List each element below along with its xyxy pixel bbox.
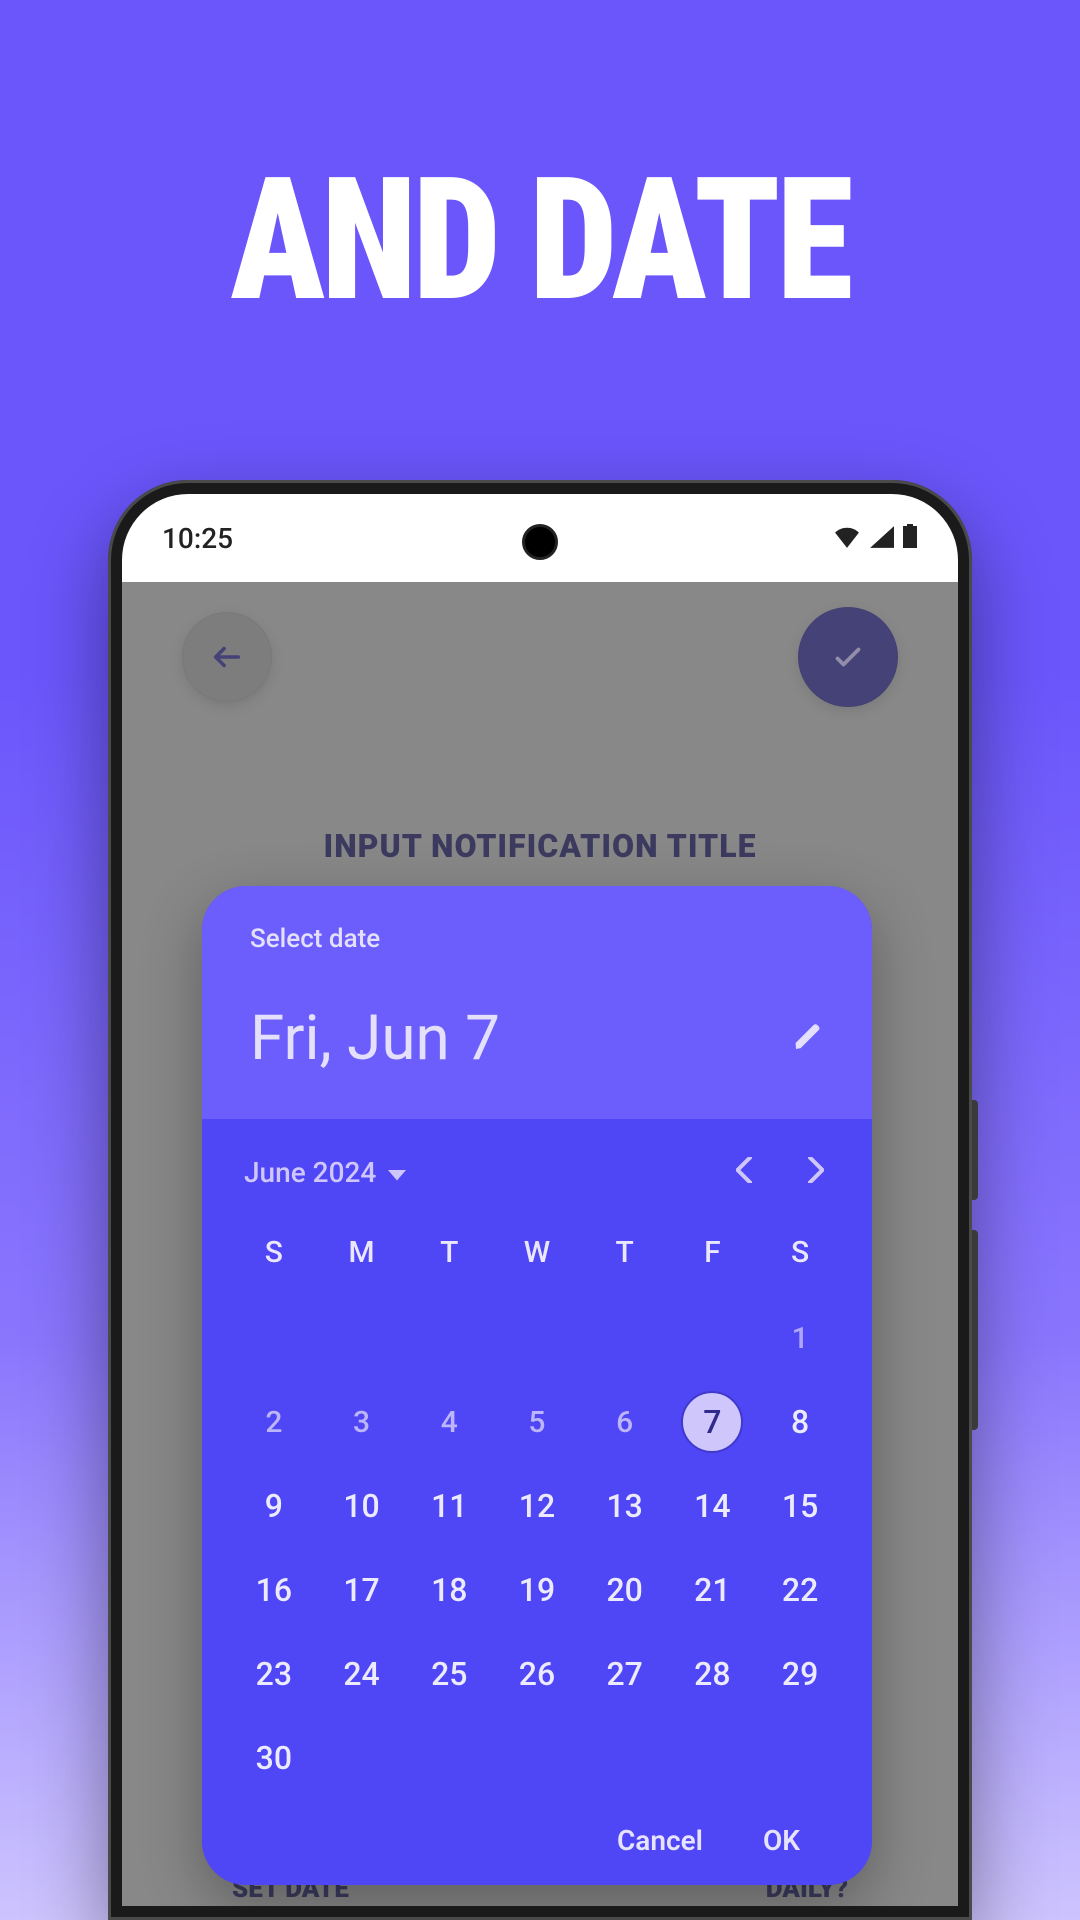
calendar-day [581,1296,669,1380]
calendar-day[interactable]: 2 [230,1380,318,1464]
calendar-day [405,1296,493,1380]
date-picker-header: Select date Fri, Jun 7 [202,886,872,1119]
calendar-day [756,1716,844,1800]
weekday-header: S [230,1217,318,1296]
calendar-day[interactable]: 8 [756,1380,844,1464]
selected-day[interactable]: 7 [681,1391,743,1453]
calendar-day[interactable]: 17 [318,1548,406,1632]
weekday-header: T [581,1217,669,1296]
calendar-day[interactable]: 12 [493,1464,581,1548]
wifi-icon [834,522,860,555]
calendar-day [318,1296,406,1380]
calendar-day[interactable]: 20 [581,1548,669,1632]
selected-date-display: Fri, Jun 7 [250,1002,500,1075]
calendar-day[interactable]: 3 [318,1380,406,1464]
calendar-day[interactable]: 15 [756,1464,844,1548]
calendar-day[interactable]: 24 [318,1632,406,1716]
prev-month-button[interactable] [730,1153,758,1191]
weekday-header: W [493,1217,581,1296]
calendar-day [493,1296,581,1380]
chevron-down-icon [388,1156,406,1189]
calendar-day[interactable]: 16 [230,1548,318,1632]
month-year-selector[interactable]: June 2024 [244,1156,406,1189]
calendar-grid: SMTWTFS 12345678910111213141516171819202… [230,1217,844,1800]
phone-frame: 10:25 INPU [108,480,972,1920]
calendar-day[interactable]: 25 [405,1632,493,1716]
calendar-day [405,1716,493,1800]
calendar-day[interactable]: 11 [405,1464,493,1548]
month-year-label: June 2024 [244,1156,376,1189]
calendar-day[interactable]: 26 [493,1632,581,1716]
calendar-day [581,1716,669,1800]
battery-icon [902,522,918,555]
pencil-icon [792,1021,824,1053]
calendar-day[interactable]: 30 [230,1716,318,1800]
calendar-day[interactable]: 27 [581,1632,669,1716]
calendar-day[interactable]: 13 [581,1464,669,1548]
calendar-day[interactable]: 28 [669,1632,757,1716]
calendar-day[interactable]: 7 [669,1380,757,1464]
chevron-left-icon [736,1157,752,1183]
select-date-label: Select date [250,924,824,954]
ok-button[interactable]: OK [763,1824,800,1857]
calendar-day[interactable]: 9 [230,1464,318,1548]
calendar-day [230,1296,318,1380]
calendar-day[interactable]: 18 [405,1548,493,1632]
hero-title: AND DATE [43,140,1037,340]
calendar-day[interactable]: 1 [756,1296,844,1380]
cancel-button[interactable]: Cancel [617,1824,703,1857]
calendar-day [318,1716,406,1800]
camera-cutout [522,524,558,560]
calendar-day[interactable]: 22 [756,1548,844,1632]
next-month-button[interactable] [802,1153,830,1191]
calendar-day[interactable]: 14 [669,1464,757,1548]
calendar-day[interactable]: 5 [493,1380,581,1464]
signal-icon [868,522,894,555]
phone-side-button [972,1230,978,1430]
calendar-day [493,1716,581,1800]
calendar-day[interactable]: 4 [405,1380,493,1464]
weekday-header: T [405,1217,493,1296]
weekday-header: F [669,1217,757,1296]
edit-date-button[interactable] [792,1021,824,1057]
date-picker-dialog: Select date Fri, Jun 7 June 2024 [202,886,872,1885]
calendar-day [669,1716,757,1800]
calendar-day[interactable]: 19 [493,1548,581,1632]
weekday-header: M [318,1217,406,1296]
calendar-day[interactable]: 6 [581,1380,669,1464]
calendar-day[interactable]: 23 [230,1632,318,1716]
weekday-header: S [756,1217,844,1296]
calendar-day [669,1296,757,1380]
phone-side-button [972,1100,978,1200]
calendar-day[interactable]: 21 [669,1548,757,1632]
chevron-right-icon [808,1157,824,1183]
status-time: 10:25 [162,522,233,555]
calendar-day[interactable]: 10 [318,1464,406,1548]
calendar-day[interactable]: 29 [756,1632,844,1716]
